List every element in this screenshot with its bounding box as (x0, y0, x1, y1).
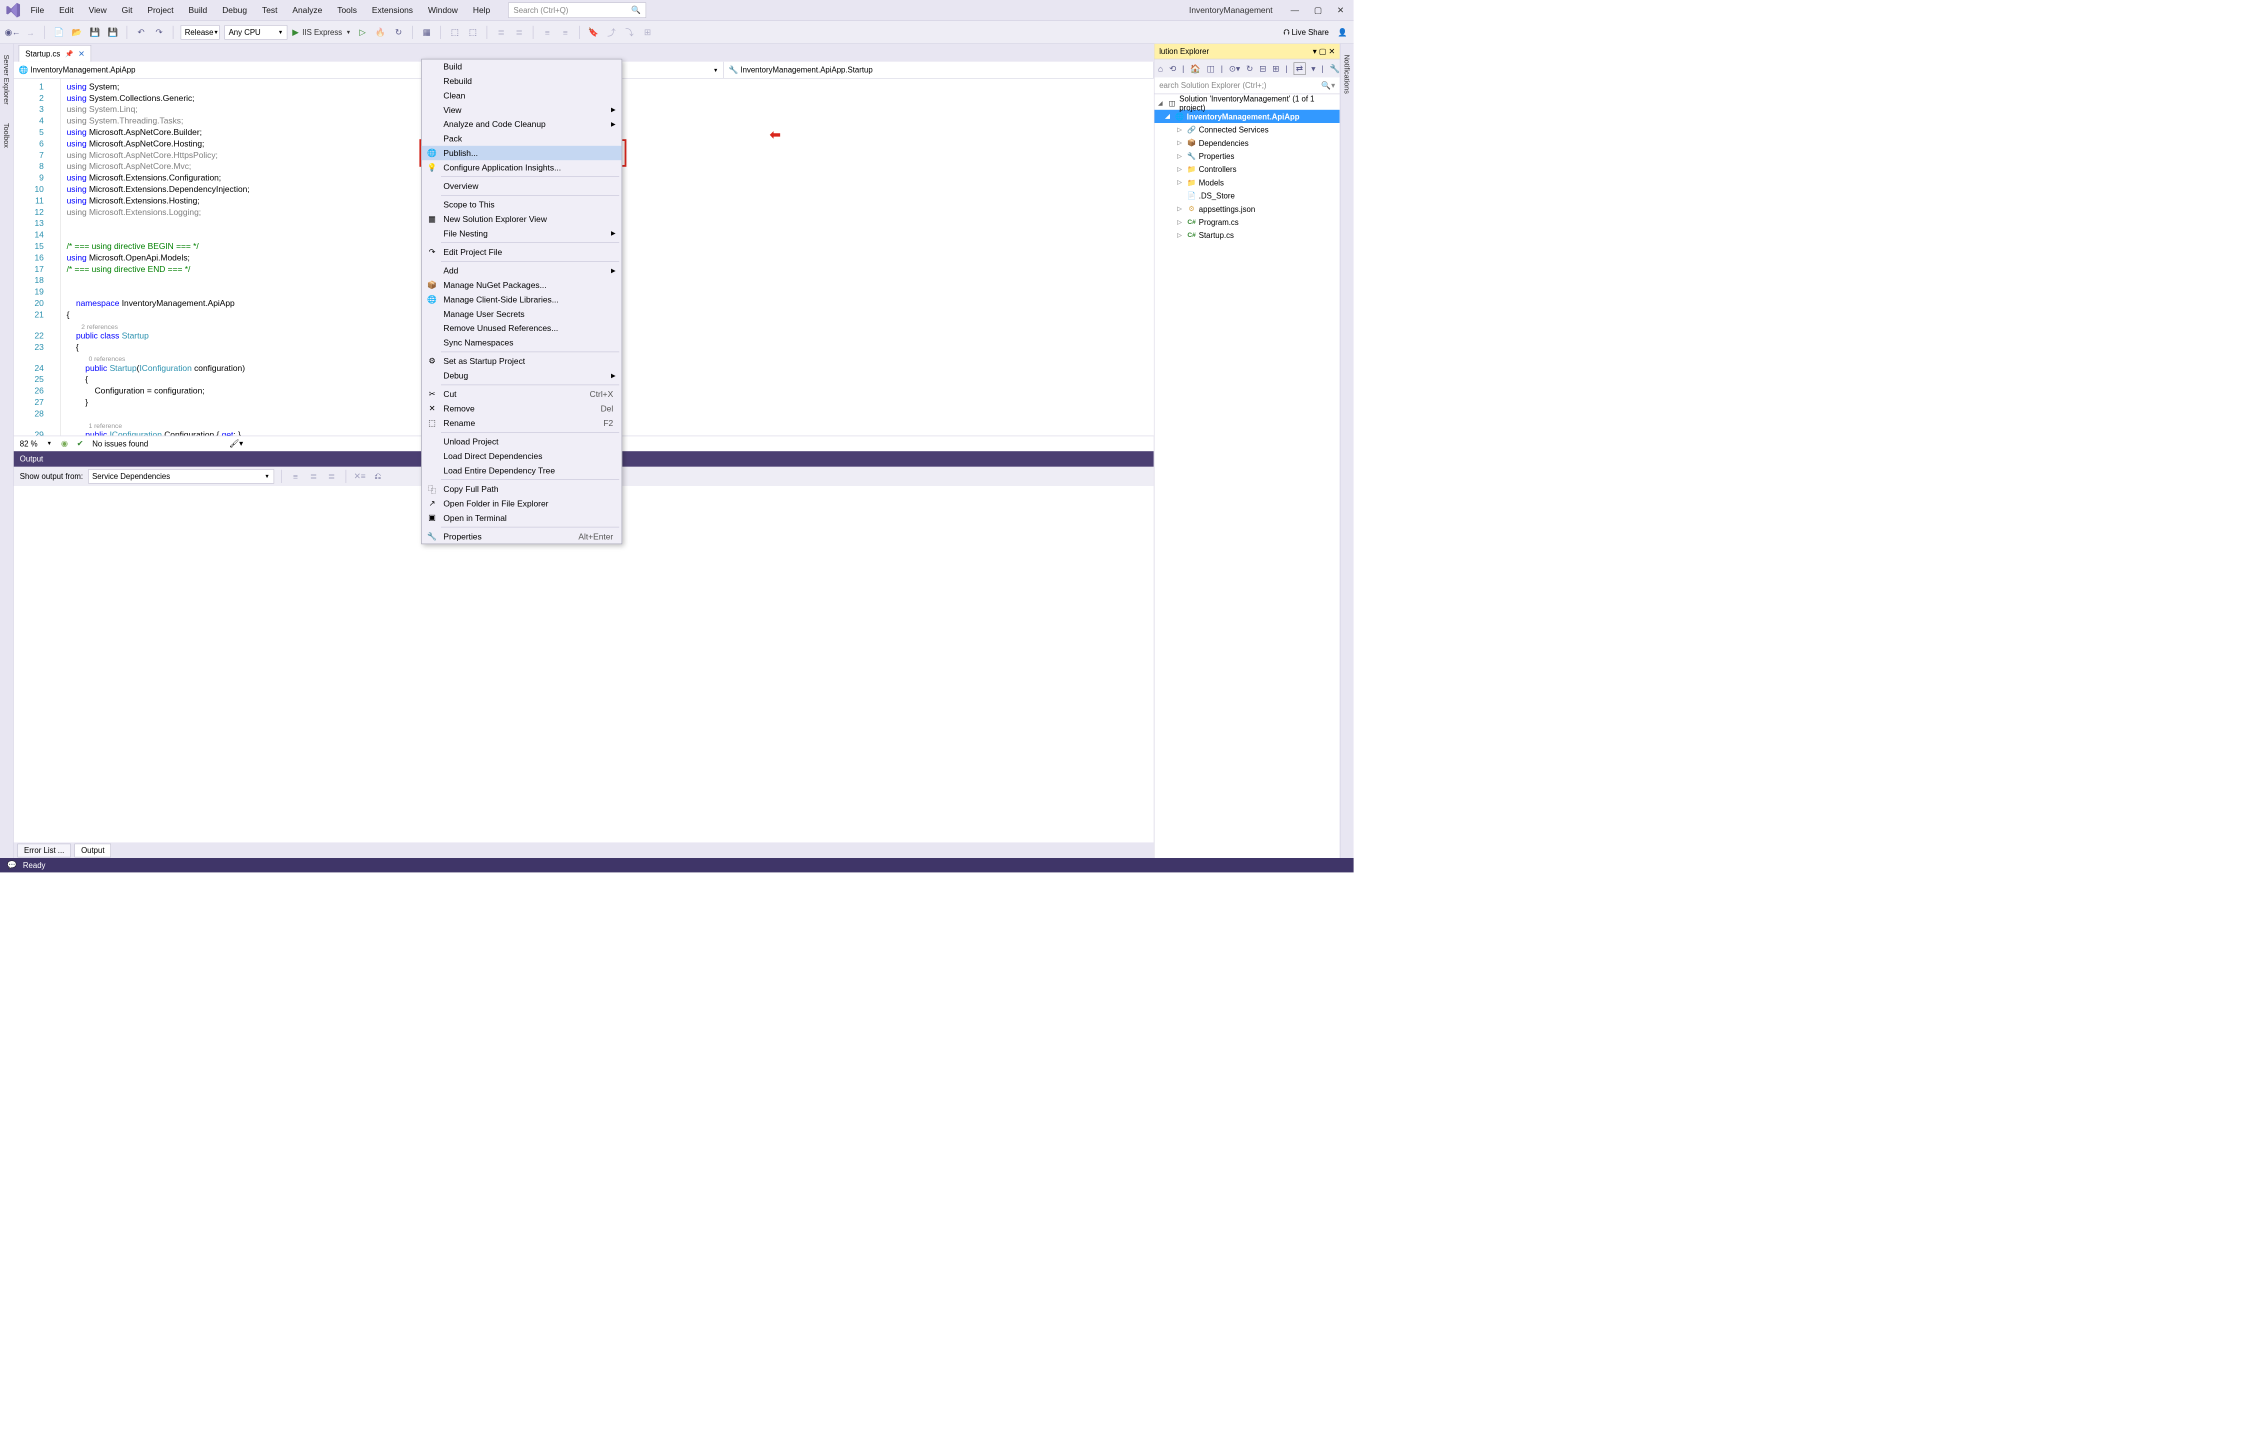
tree-node[interactable]: ▷C#Program.cs (1154, 215, 1339, 228)
live-share-button[interactable]: ⮉ Live Share (1283, 27, 1328, 37)
save-button[interactable]: 💾 (88, 26, 101, 39)
close-button[interactable]: ✕ (1337, 5, 1344, 15)
undo-button[interactable]: ↶ (134, 26, 147, 39)
feedback-icon[interactable]: 👤 (1338, 27, 1348, 37)
new-project-button[interactable]: 📄 (52, 26, 65, 39)
search-icon: 🔍 (631, 5, 641, 15)
ctx-pack[interactable]: Pack (422, 131, 622, 145)
tree-node[interactable]: ▷⚙appsettings.json (1154, 202, 1339, 215)
redo-button[interactable]: ↷ (152, 26, 165, 39)
menu-project[interactable]: Project (147, 5, 173, 15)
ctx-clean[interactable]: Clean (422, 88, 622, 102)
menu-test[interactable]: Test (262, 5, 277, 15)
ctx-open-in-terminal[interactable]: ▣Open in Terminal (422, 511, 622, 525)
maximize-button[interactable]: ▢ (1314, 5, 1322, 15)
server-explorer-tab[interactable]: Server Explorer (1, 50, 12, 110)
solution-root[interactable]: ◢◫Solution 'InventoryManagement' (1 of 1… (1154, 97, 1339, 110)
config-combo[interactable]: Release▼ (181, 25, 220, 39)
ctx-rename[interactable]: ⬚RenameF2 (422, 416, 622, 430)
platform-combo[interactable]: Any CPU▼ (224, 25, 287, 39)
ctx-overview[interactable]: Overview (422, 179, 622, 193)
solution-explorer-search[interactable]: earch Solution Explorer (Ctrl+;)🔍▾ (1154, 77, 1339, 94)
bookmark-icon[interactable]: 🔖 (587, 26, 600, 39)
tree-node[interactable]: ▷🔧Properties (1154, 149, 1339, 162)
close-tab-icon[interactable]: ✕ (78, 49, 85, 59)
ctx-copy-full-path[interactable]: ⿻Copy Full Path (422, 482, 622, 496)
project-context-menu: BuildRebuildCleanView▶Analyze and Code C… (421, 59, 622, 544)
vs-logo-icon (5, 2, 22, 19)
ctx-debug[interactable]: Debug▶ (422, 368, 622, 382)
menu-help[interactable]: Help (473, 5, 490, 15)
menu-window[interactable]: Window (428, 5, 458, 15)
main-menu: File Edit View Git Project Build Debug Test Anal… (31, 5, 491, 15)
tree-node[interactable]: ▷📁Models (1154, 176, 1339, 189)
menu-view[interactable]: View (89, 5, 107, 15)
pin-icon[interactable]: 📌 (65, 50, 73, 58)
start-nodebug-button[interactable]: ▷ (356, 26, 369, 39)
output-tab[interactable]: Output (75, 843, 112, 857)
tree-node[interactable]: ▷C#Startup.cs (1154, 229, 1339, 242)
quick-search[interactable]: Search (Ctrl+Q) 🔍 (508, 2, 646, 18)
ctx-open-folder-in-file-explorer[interactable]: ↗Open Folder in File Explorer (422, 496, 622, 510)
start-debug-button[interactable]: ▶IIS Express▼ (292, 27, 351, 37)
menu-file[interactable]: File (31, 5, 45, 15)
menu-git[interactable]: Git (122, 5, 133, 15)
ctx-new-solution-explorer-view[interactable]: ▦New Solution Explorer View (422, 212, 622, 226)
ctx-cut[interactable]: ✂CutCtrl+X (422, 387, 622, 401)
main-toolbar: ◉← → 📄 📂 💾 💾 ↶ ↷ Release▼ Any CPU▼ ▶IIS … (0, 21, 1354, 44)
file-tab-startup[interactable]: Startup.cs 📌 ✕ (19, 45, 92, 62)
solution-name: InventoryManagement (1189, 5, 1273, 15)
ctx-manage-client-side-libraries-[interactable]: 🌐Manage Client-Side Libraries... (422, 292, 622, 306)
toolbox-tab[interactable]: Toolbox (1, 118, 12, 152)
ctx-load-entire-dependency-tree[interactable]: Load Entire Dependency Tree (422, 463, 622, 477)
nav-class-combo[interactable]: 🔧 InventoryManagement.ApiApp.Startup (724, 62, 1154, 78)
solution-explorer-title: lution Explorer (1159, 47, 1209, 56)
tree-node[interactable]: ▷📁Controllers (1154, 163, 1339, 176)
status-text: Ready (23, 861, 46, 870)
ctx-analyze-and-code-cleanup[interactable]: Analyze and Code Cleanup▶ (422, 117, 622, 131)
ctx-unload-project[interactable]: Unload Project (422, 434, 622, 448)
solution-explorer-tree[interactable]: ◢◫Solution 'InventoryManagement' (1 of 1… (1154, 94, 1339, 858)
ctx-file-nesting[interactable]: File Nesting▶ (422, 226, 622, 240)
menu-build[interactable]: Build (189, 5, 208, 15)
zoom-level[interactable]: 82 % (20, 439, 38, 448)
ctx-remove[interactable]: ✕RemoveDel (422, 401, 622, 415)
menu-extensions[interactable]: Extensions (372, 5, 413, 15)
ctx-rebuild[interactable]: Rebuild (422, 74, 622, 88)
ctx-edit-project-file[interactable]: ↷Edit Project File (422, 245, 622, 259)
ctx-sync-namespaces[interactable]: Sync Namespaces (422, 335, 622, 349)
ctx-add[interactable]: Add▶ (422, 263, 622, 277)
ctx-manage-nuget-packages-[interactable]: 📦Manage NuGet Packages... (422, 278, 622, 292)
ctx-view[interactable]: View▶ (422, 103, 622, 117)
issues-status: No issues found (92, 439, 148, 448)
open-button[interactable]: 📂 (70, 26, 83, 39)
menu-tools[interactable]: Tools (337, 5, 357, 15)
menu-edit[interactable]: Edit (59, 5, 73, 15)
ctx-configure-application-insights-[interactable]: 💡Configure Application Insights... (422, 160, 622, 174)
ctx-scope-to-this[interactable]: Scope to This (422, 197, 622, 211)
back-button[interactable]: ◉← (6, 26, 19, 39)
menu-analyze[interactable]: Analyze (292, 5, 322, 15)
refresh-button[interactable]: ↻ (392, 26, 405, 39)
feedback-icon[interactable]: 💬 (7, 860, 17, 870)
save-all-button[interactable]: 💾 (106, 26, 119, 39)
ctx-publish-[interactable]: 🌐Publish... (422, 146, 622, 160)
ctx-manage-user-secrets[interactable]: Manage User Secrets (422, 307, 622, 321)
ctx-set-as-startup-project[interactable]: ⚙Set as Startup Project (422, 354, 622, 368)
ctx-properties[interactable]: 🔧PropertiesAlt+Enter (422, 529, 622, 543)
output-source-combo[interactable]: Service Dependencies▼ (88, 469, 274, 483)
ctx-remove-unused-references-[interactable]: Remove Unused References... (422, 321, 622, 335)
error-list-tab[interactable]: Error List ... (17, 843, 71, 857)
solution-explorer-toolbar: ⌂⟲ | 🏠◫ | ⊙▾↻⊟⊞ | ⇄▾ | 🔧▭ (1154, 59, 1339, 77)
menu-debug[interactable]: Debug (222, 5, 247, 15)
tree-node[interactable]: ▷🔗Connected Services (1154, 123, 1339, 136)
minimize-button[interactable]: — (1291, 5, 1299, 15)
forward-button[interactable]: → (24, 26, 37, 39)
notifications-tab[interactable]: Notifications (1342, 50, 1353, 99)
ctx-load-direct-dependencies[interactable]: Load Direct Dependencies (422, 449, 622, 463)
tree-node[interactable]: 📄.DS_Store (1154, 189, 1339, 202)
tree-node[interactable]: ▷📦Dependencies (1154, 136, 1339, 149)
ctx-build[interactable]: Build (422, 59, 622, 73)
project-highlight-arrow: ⬅ (770, 127, 781, 143)
